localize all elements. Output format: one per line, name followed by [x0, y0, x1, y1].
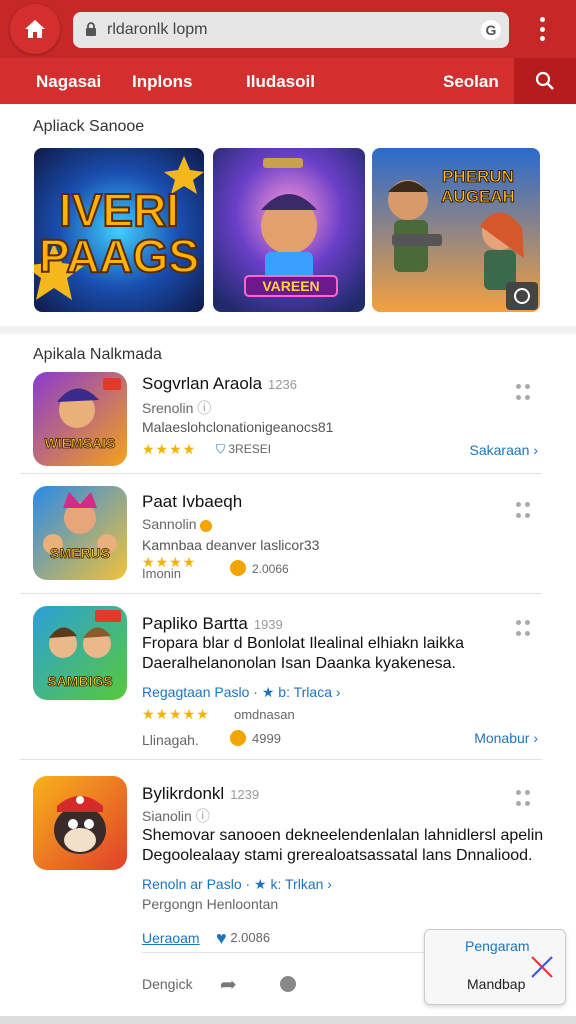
app-extra: 2.0066	[230, 560, 289, 576]
app-details-link[interactable]: Monabur ›	[474, 730, 538, 746]
app-extra: 4999	[230, 730, 281, 746]
banner-1-line2: PAAGS	[39, 230, 199, 282]
nav-item-1[interactable]: Nagasai	[36, 72, 101, 92]
lock-icon	[86, 22, 96, 36]
list-item[interactable]: WIEMSAIS Sogvrlan Araola 1236 Srenolin ⓘ …	[20, 370, 542, 474]
app-details-link[interactable]: Sakaraan ›	[470, 442, 538, 458]
list-item[interactable]: SAMBIGS Papliko Bartta 1939 Fropara blar …	[20, 594, 542, 760]
more-options-icon[interactable]	[516, 620, 534, 638]
app-description: Malaeslohclonationigeanocs81	[142, 419, 334, 435]
banner-3-line2: AUGEAH	[441, 187, 515, 206]
app-meta-link[interactable]: Renoln ar Paslo · ★ k: Trlkan ›	[142, 876, 332, 893]
list-item[interactable]: SMERUS Paat Ivbaeqh Sannolin Kamnbaa dea…	[20, 474, 542, 594]
more-options-icon[interactable]	[516, 384, 534, 402]
popup-option-1[interactable]: Pengaram	[465, 938, 530, 954]
app-label: Llinagah.	[142, 732, 199, 748]
app-developer: Sianolin ⓘ	[142, 808, 210, 824]
more-options-icon[interactable]	[516, 790, 534, 808]
app-icon[interactable]	[33, 776, 127, 870]
featured-banner-3[interactable]: PHERUN AUGEAH	[372, 148, 540, 312]
share-icon[interactable]: ➦	[220, 972, 237, 997]
app-extra: ⛉ 3RESEI	[216, 442, 272, 456]
app-developer: Srenolin ⓘ	[142, 400, 212, 416]
search-button[interactable]	[514, 58, 576, 104]
featured-title: Apliack Sanooe	[33, 118, 145, 135]
app-icon[interactable]: WIEMSAIS	[33, 372, 127, 466]
app-extra-text: omdnasan	[234, 707, 295, 722]
home-button[interactable]	[10, 4, 60, 54]
bottom-label: Dengick	[142, 976, 193, 992]
more-vert-icon[interactable]	[530, 14, 554, 44]
app-name[interactable]: Papliko Bartta 1939	[142, 614, 283, 634]
app-name[interactable]: Paat Ivbaeqh	[142, 492, 242, 512]
featured-banner-2[interactable]: VAREEN	[213, 148, 365, 312]
close-x-icon[interactable]	[529, 954, 555, 980]
app-secondary-link[interactable]: Ueraoam	[142, 930, 200, 946]
google-icon[interactable]: G	[481, 20, 501, 40]
app-name[interactable]: Bylikrdonkl 1239	[142, 784, 259, 804]
app-icon-text: SAMBIGS	[47, 673, 112, 689]
app-icon-text: SMERUS	[50, 545, 110, 561]
bottom-strip	[0, 1016, 576, 1024]
app-icon[interactable]: SMERUS	[33, 486, 127, 580]
app-description-line1: Shemovar sanooen dekneelendenlalan lahni…	[142, 827, 544, 844]
app-rating: ★★★★★	[142, 706, 210, 722]
app-extra: ♥ 2.0086	[216, 928, 271, 948]
app-developer: Sannolin	[142, 516, 218, 532]
url-text: rldaronlk lopm	[107, 21, 208, 38]
more-options-icon[interactable]	[516, 502, 534, 520]
app-description-line2: Daeralhelanonolan Isan Daanka kyakenesa.	[142, 655, 456, 672]
app-extra-label: Imonin	[142, 566, 182, 581]
app-description-line2: Degoolealaay stami grerealoatsassatal la…	[142, 847, 533, 864]
popup-option-2[interactable]: Mandbap	[467, 976, 525, 992]
app-rating: ★★★★	[142, 441, 197, 457]
heart-icon: ♥	[216, 928, 227, 948]
app-list-section: Apikala Nalkmada WIEMSAIS Sogvrlan Araol…	[0, 334, 576, 1018]
banner-1-line1: IVERI	[59, 184, 179, 236]
featured-banner-1[interactable]: IVERI PAAGS	[34, 148, 204, 312]
list-title: Apikala Nalkmada	[33, 346, 162, 363]
app-description: Kamnbaa deanver laslicor33	[142, 537, 320, 553]
nav-item-3[interactable]: Iludasoil	[246, 72, 315, 92]
banner-2-label: VAREEN	[262, 278, 319, 294]
status-dot-icon[interactable]	[280, 976, 296, 997]
nav-item-4[interactable]: Seolan	[443, 72, 499, 92]
url-bar[interactable]: rldaronlk lopm G	[73, 12, 509, 48]
nav-item-2[interactable]: Inplons	[132, 72, 192, 92]
banner-3-line1: PHERUN	[442, 167, 514, 186]
category-nav: Nagasai Inplons Iludasoil Seolan	[0, 58, 576, 104]
browser-toolbar: rldaronlk lopm G	[0, 0, 576, 58]
floating-popup[interactable]: Pengaram Mandbap	[424, 929, 566, 1005]
app-icon[interactable]: SAMBIGS	[33, 606, 127, 700]
home-icon	[25, 20, 45, 38]
app-sub-label: Pergongn Henloontan	[142, 896, 279, 912]
app-icon-text: WIEMSAIS	[45, 435, 116, 451]
app-name[interactable]: Sogvrlan Araola 1236	[142, 374, 297, 394]
app-description-line1: Fropara blar d Bonlolat Ilealinal elhiak…	[142, 635, 464, 652]
search-icon	[535, 71, 554, 90]
featured-section: Apliack Sanooe IVERI PAAGS VAREEN PHERUN…	[0, 104, 576, 326]
app-meta-link[interactable]: Regagtaan Paslo · ★ b: Trlaca ›	[142, 684, 341, 701]
